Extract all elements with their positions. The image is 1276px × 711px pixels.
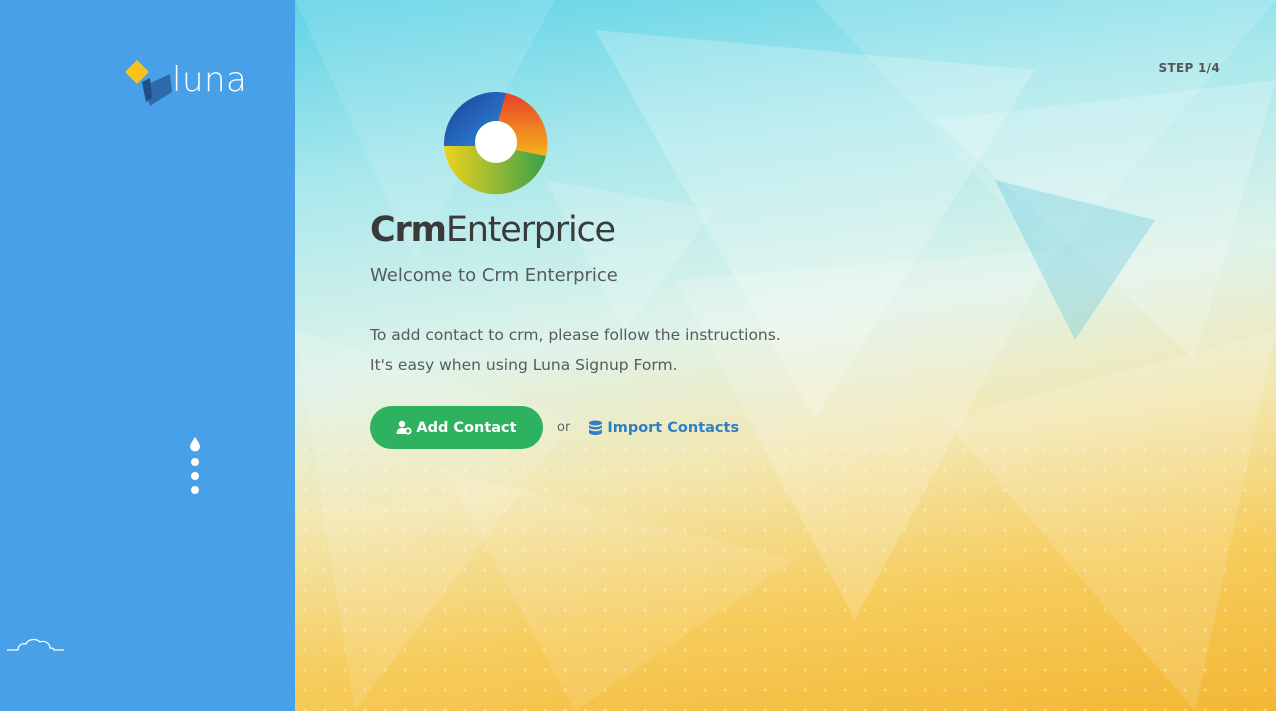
progress-dot-4 (191, 486, 199, 494)
sidebar: luna (0, 0, 295, 711)
droplet-icon (190, 437, 200, 452)
instructions-text: To add contact to crm, please follow the… (370, 320, 781, 380)
welcome-title: Welcome to Crm Enterprice (370, 265, 618, 286)
signup-wizard: luna STEP 1/4 CrmEnterprice Welcome to C… (0, 0, 1276, 711)
or-separator: or (557, 420, 571, 435)
add-contact-label: Add Contact (416, 419, 517, 436)
luna-logo-icon (122, 56, 178, 108)
user-add-icon (396, 420, 412, 435)
add-contact-button[interactable]: Add Contact (370, 406, 543, 449)
step-indicator: STEP 1/4 (1158, 61, 1220, 75)
import-contacts-link[interactable]: Import Contacts (588, 420, 739, 436)
import-contacts-label: Import Contacts (607, 419, 740, 436)
crm-ring-logo-icon (443, 92, 548, 195)
action-row: Add Contact or Import Contacts (370, 406, 739, 449)
database-icon (589, 420, 603, 435)
brand-name: CrmEnterprice (370, 210, 616, 250)
dot-pattern (295, 440, 1276, 711)
step-progress-indicator (189, 436, 201, 496)
instruction-line-2: It's easy when using Luna Signup Form. (370, 356, 678, 374)
brand-name-bold: Crm (370, 210, 447, 250)
progress-dot-2 (191, 458, 199, 466)
progress-dot-3 (191, 472, 199, 480)
brand-name-regular: Enterprice (445, 210, 616, 250)
instruction-line-1: To add contact to crm, please follow the… (370, 326, 781, 344)
main-panel: STEP 1/4 CrmEnterprice Welcome to Crm En… (295, 0, 1276, 711)
cloud-icon (6, 636, 66, 654)
luna-logo-text: luna (172, 60, 248, 100)
luna-logo: luna (122, 56, 247, 108)
